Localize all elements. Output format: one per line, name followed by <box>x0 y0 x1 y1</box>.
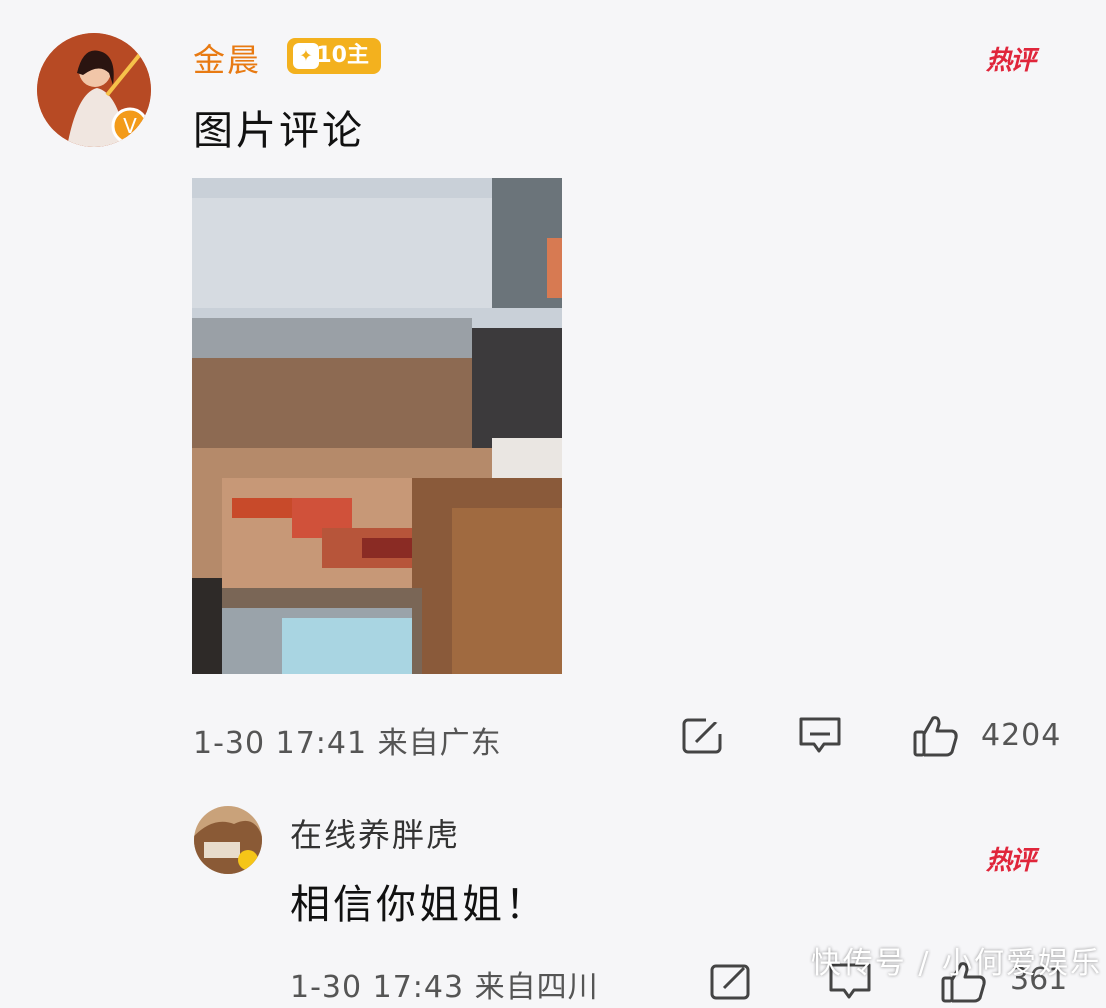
hot-comment-tag: 热评 <box>986 46 1036 76</box>
fan-level-badge: ✦ 10主 <box>287 38 381 74</box>
level-badge-label: 10主 <box>316 43 369 68</box>
comment-meta: 1-30 17:43 来自四川 <box>290 970 599 1005</box>
like-count: 4204 <box>981 718 1062 753</box>
commenter-username[interactable]: 金晨 <box>193 35 261 81</box>
comment-meta: 1-30 17:41 来自广东 <box>193 726 502 761</box>
commenter-avatar[interactable]: V <box>37 33 151 147</box>
share-icon[interactable] <box>682 716 724 760</box>
hot-comment-tag: 热评 <box>986 846 1036 876</box>
comment-text: 图片评论 <box>193 108 365 154</box>
svg-text:V: V <box>123 114 137 138</box>
watermark: 快传号 / 小何爱娱乐 <box>810 946 1102 981</box>
level-icon: ✦ <box>293 43 319 69</box>
thumbs-up-icon[interactable] <box>912 714 960 762</box>
commenter-avatar[interactable] <box>194 806 262 874</box>
comment-text: 相信你姐姐！ <box>290 882 548 928</box>
comment-image[interactable] <box>192 178 562 674</box>
comment-icon[interactable] <box>798 716 842 760</box>
commenter-username[interactable]: 在线养胖虎 <box>290 810 460 856</box>
share-icon[interactable] <box>710 962 752 1006</box>
